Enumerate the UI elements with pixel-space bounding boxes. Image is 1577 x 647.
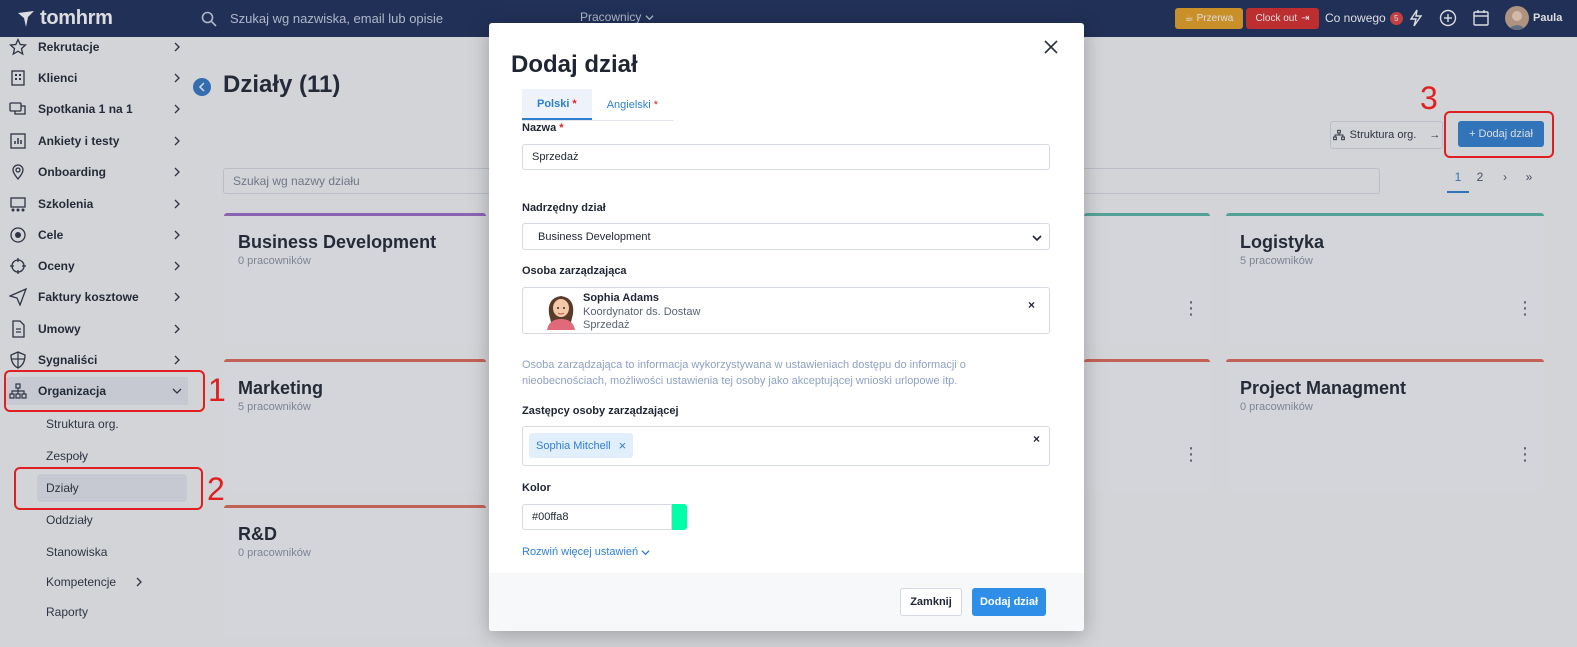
- required-marker: *: [559, 122, 564, 134]
- name-label-text: Nazwa: [522, 122, 557, 134]
- clear-deputies-icon[interactable]: ×: [1033, 432, 1040, 446]
- color-swatch[interactable]: [672, 504, 687, 530]
- parent-department-label: Nadrzędny dział: [522, 202, 606, 214]
- manager-avatar: [547, 296, 575, 330]
- manager-select[interactable]: Sophia Adams Koordynator ds. Dostaw Sprz…: [522, 287, 1050, 334]
- required-marker: *: [653, 98, 658, 111]
- annotation-box-organization: [4, 370, 205, 412]
- close-button[interactable]: Zamknij: [900, 588, 962, 616]
- expand-more-settings-label: Rozwiń więcej ustawień: [522, 546, 639, 558]
- annotation-number-3: 3: [1420, 80, 1438, 116]
- close-icon[interactable]: [1042, 38, 1060, 56]
- manager-name: Sophia Adams: [583, 292, 659, 304]
- modal-title: Dodaj dział: [511, 51, 638, 78]
- tab-label: Polski: [537, 97, 570, 110]
- annotation-number-1: 1: [208, 372, 226, 408]
- expand-more-settings-link[interactable]: Rozwiń więcej ustawień: [522, 546, 650, 558]
- chevron-down-icon: [1032, 235, 1042, 242]
- tab-english[interactable]: Angielski *: [592, 89, 673, 120]
- parent-department-select[interactable]: Business Development: [522, 223, 1050, 250]
- clear-manager-icon[interactable]: ×: [1028, 298, 1035, 312]
- annotation-number-2: 2: [207, 471, 225, 507]
- remove-tag-icon[interactable]: ×: [619, 438, 627, 453]
- deputy-tag-label: Sophia Mitchell: [536, 439, 611, 452]
- tab-polish[interactable]: Polski *: [522, 89, 592, 120]
- color-input[interactable]: [522, 504, 672, 530]
- add-department-modal: Dodaj dział Polski * Angielski * Nazwa * …: [489, 23, 1084, 631]
- manager-department: Sprzedaż: [583, 319, 630, 331]
- manager-hint-text: Osoba zarządzająca to informacja wykorzy…: [522, 359, 966, 387]
- annotation-box-departments: [14, 467, 203, 510]
- required-marker: *: [572, 97, 577, 110]
- color-label: Kolor: [522, 482, 551, 494]
- deputies-select[interactable]: Sophia Mitchell × ×: [522, 426, 1050, 466]
- name-input[interactable]: [522, 144, 1050, 170]
- language-tabs: Polski * Angielski *: [522, 89, 673, 121]
- tab-label: Angielski: [606, 98, 651, 111]
- manager-role: Koordynator ds. Dostaw: [583, 306, 701, 318]
- name-field-label: Nazwa *: [522, 122, 564, 134]
- annotation-box-add-department: [1444, 111, 1554, 158]
- submit-add-department-button[interactable]: Dodaj dział: [972, 588, 1046, 616]
- deputy-tag: Sophia Mitchell ×: [529, 433, 634, 458]
- parent-department-value: Business Development: [538, 230, 651, 243]
- deputies-label: Zastępcy osoby zarządzającej: [522, 405, 679, 417]
- chevron-down-icon: [641, 549, 650, 555]
- manager-label: Osoba zarządzająca: [522, 265, 627, 277]
